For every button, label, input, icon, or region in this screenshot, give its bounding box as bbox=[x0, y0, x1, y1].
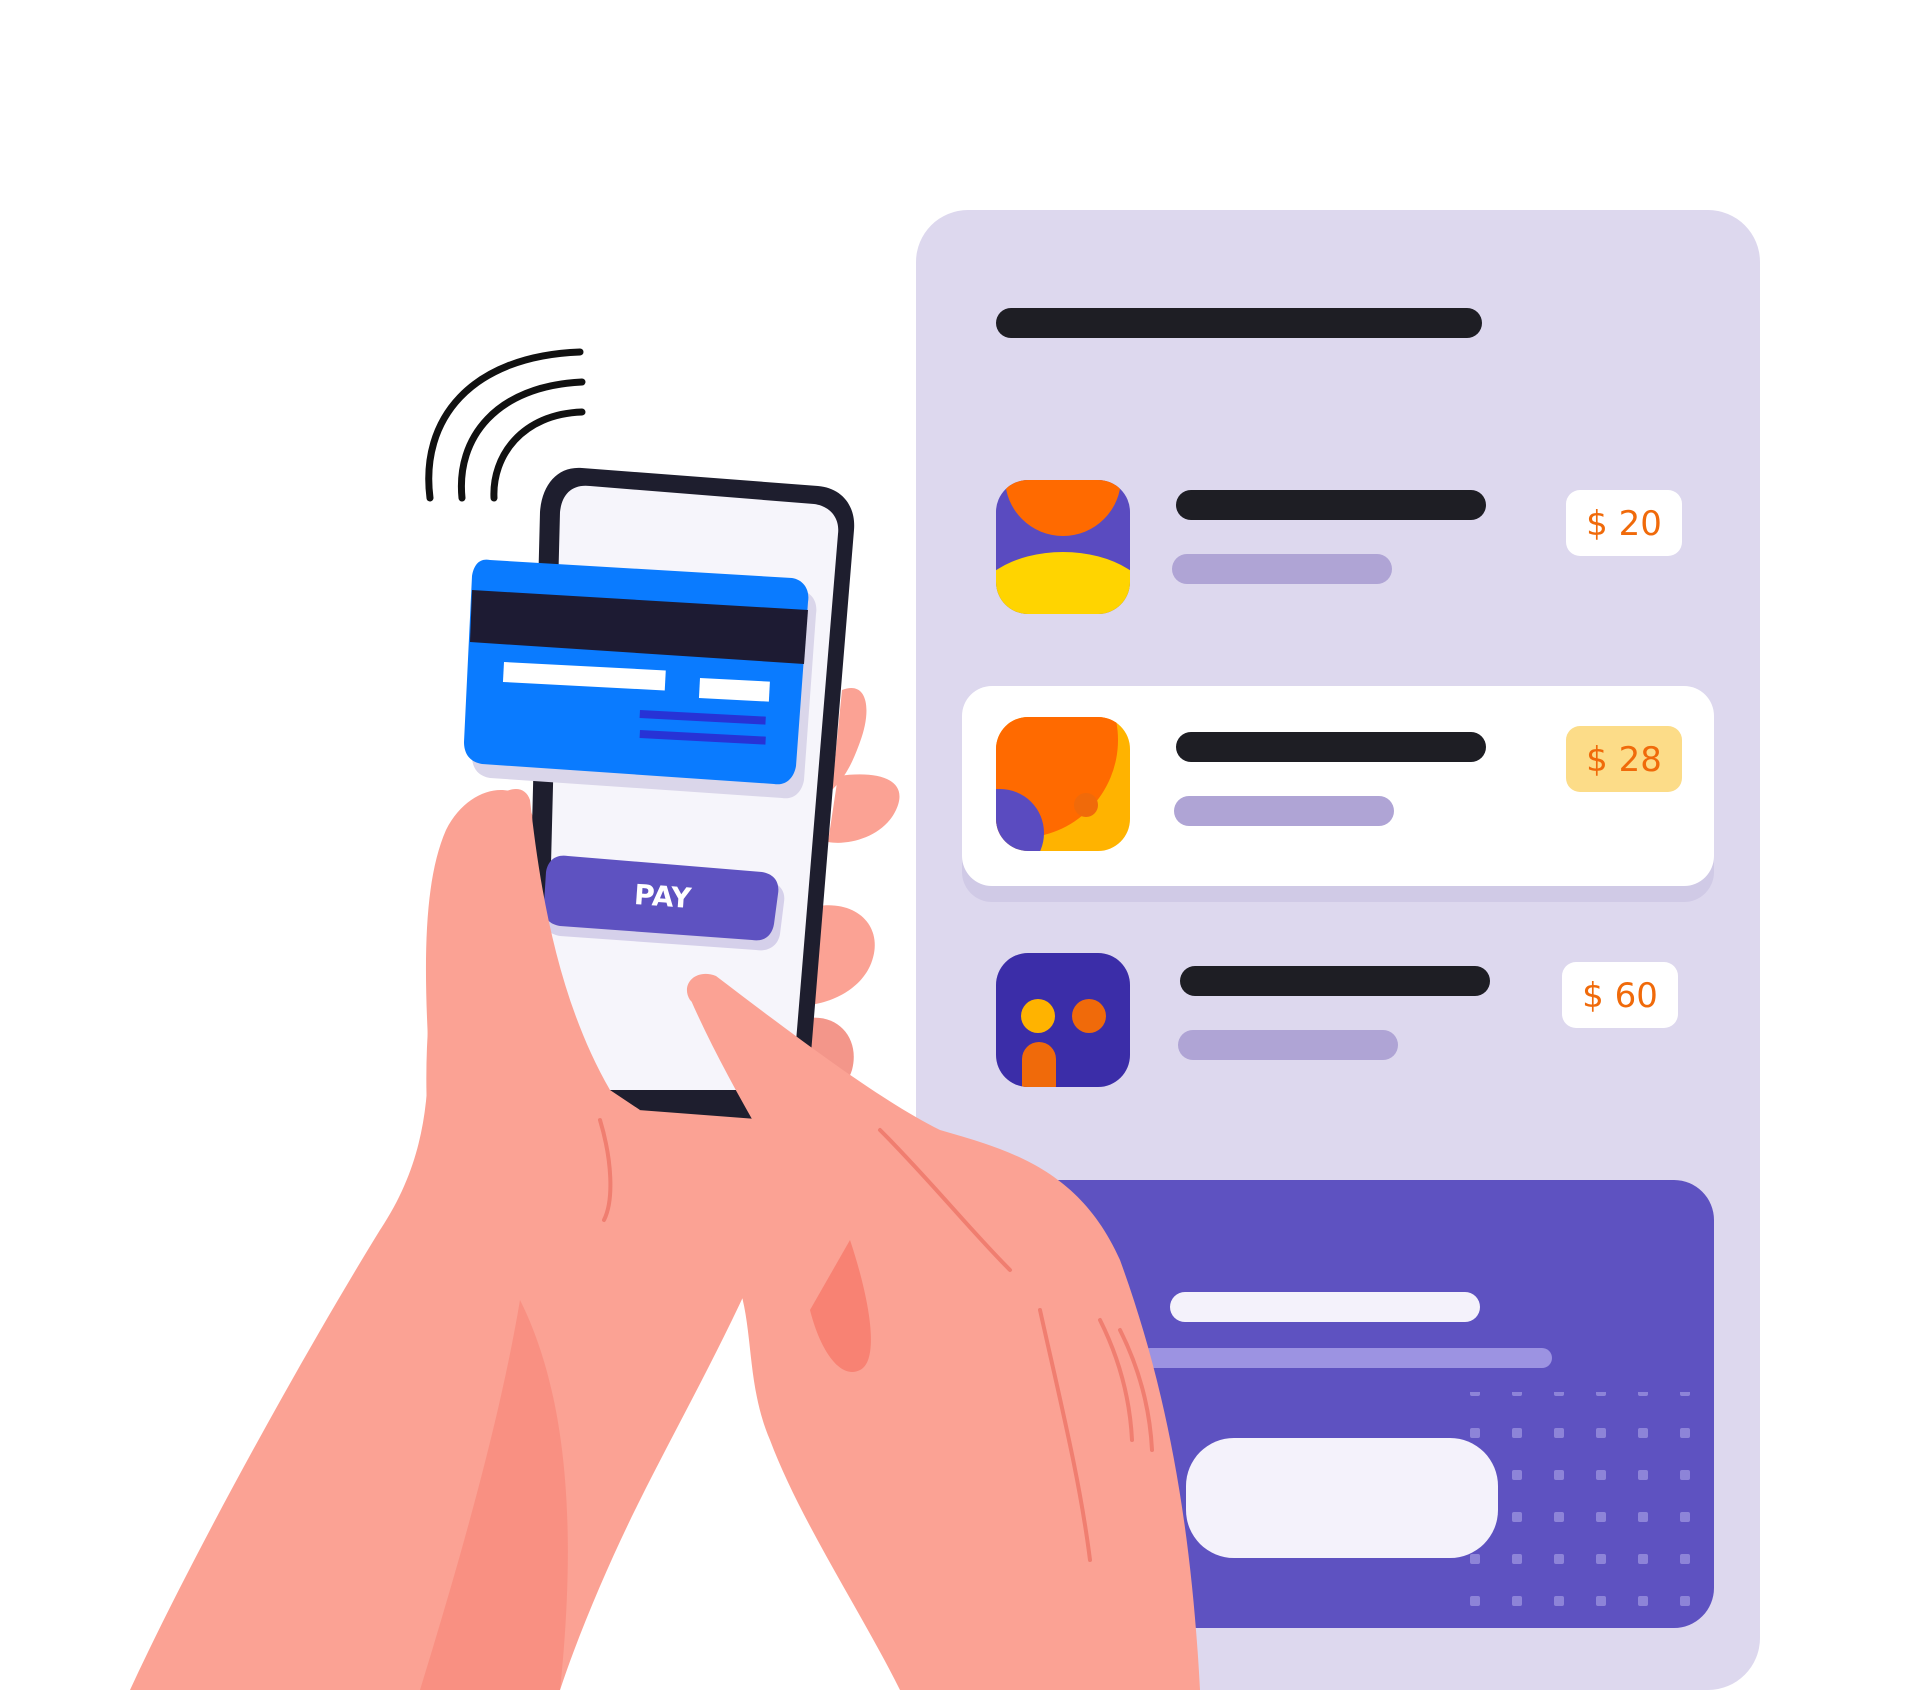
panel-title-line bbox=[996, 308, 1482, 338]
payment-illustration: $ 20 $ 28 $ 60 PAY bbox=[130, 210, 1760, 1690]
pay-label: PAY bbox=[633, 878, 693, 915]
dot-grid bbox=[1466, 1392, 1698, 1624]
price-label: $ 60 bbox=[1582, 976, 1658, 1016]
item-subtitle-line bbox=[1172, 554, 1392, 584]
item-title-line bbox=[1180, 966, 1490, 996]
checkout-subtitle-line bbox=[1140, 1348, 1552, 1368]
price-badge: $ 20 bbox=[1566, 490, 1682, 556]
checkout-title-line bbox=[1170, 1292, 1480, 1322]
item-title-line bbox=[1176, 490, 1486, 520]
checkout-button[interactable] bbox=[1186, 1438, 1498, 1558]
price-badge-highlight: $ 28 bbox=[1566, 726, 1682, 792]
item-title-line bbox=[1176, 732, 1486, 762]
face-app-icon bbox=[996, 953, 1130, 1087]
price-label: $ 20 bbox=[1586, 504, 1662, 544]
item-subtitle-line bbox=[1178, 1030, 1398, 1060]
item-subtitle-line bbox=[1174, 796, 1394, 826]
price-badge: $ 60 bbox=[1562, 962, 1678, 1028]
credit-card bbox=[464, 559, 817, 799]
price-label: $ 28 bbox=[1586, 740, 1662, 780]
